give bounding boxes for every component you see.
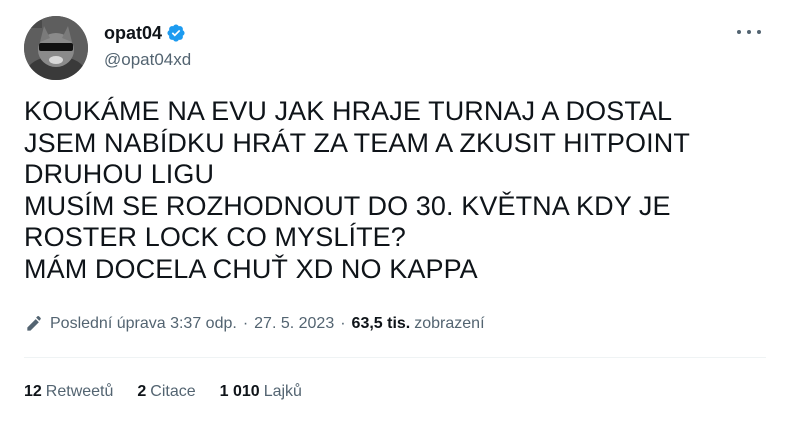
retweets-stat[interactable]: 12 Retweetů [24,382,113,402]
avatar[interactable] [24,16,88,80]
retweets-count: 12 [24,383,42,400]
tweet-line: KOUKÁME NA EVU JAK HRAJE TURNAJ A DOSTAL [24,96,673,126]
likes-stat[interactable]: 1 010 Lajků [220,382,302,402]
avatar-image [24,16,88,80]
tweet-line: MÁM DOCELA CHUŤ XD NO KAPPA [24,253,478,284]
quotes-label: Citace [150,383,196,400]
meta-separator: · [242,315,249,332]
tweet-date[interactable]: 27. 5. 2023 [254,314,334,334]
tweet-stats: 12 Retweetů 2 Citace 1 010 Lajků [24,382,326,402]
quotes-count: 2 [137,383,147,400]
more-options-icon[interactable] [737,26,761,38]
divider [24,357,766,358]
quotes-stat[interactable]: 2 Citace [137,382,195,402]
tweet-line: JSEM NABÍDKU HRÁT ZA TEAM A ZKUSIT HITPO… [24,127,690,158]
likes-count: 1 010 [219,383,260,400]
views-count: 63,5 tis. [351,315,411,332]
retweets-label: Retweetů [45,383,114,400]
tweet-line: MUSÍM SE ROZHODNOUT DO 30. KVĚTNA KDY JE [24,190,671,221]
verified-badge-icon[interactable] [166,23,186,43]
tweet-text: KOUKÁME NA EVU JAK HRAJE TURNAJ A DOSTAL… [24,96,764,285]
author-handle[interactable]: @opat04xd [104,50,191,70]
tweet-line: DRUHOU LIGU [24,159,215,189]
meta-separator: · [340,315,346,332]
author-name-row: opat04 [104,22,186,44]
likes-label: Lajků [263,383,302,400]
tweet-meta: Poslední úprava 3:37 odp. · 27. 5. 2023 … [24,314,485,334]
tweet-card: opat04 @opat04xd KOUKÁME NA EVU JAK HRAJ… [0,0,790,426]
display-name[interactable]: opat04 [104,22,162,44]
views-label: zobrazení [414,315,485,332]
edited-label[interactable]: Poslední úprava 3:37 odp. [50,314,237,334]
pencil-icon[interactable] [24,314,44,334]
tweet-line: ROSTER LOCK CO MYSLÍTE? [24,222,406,252]
